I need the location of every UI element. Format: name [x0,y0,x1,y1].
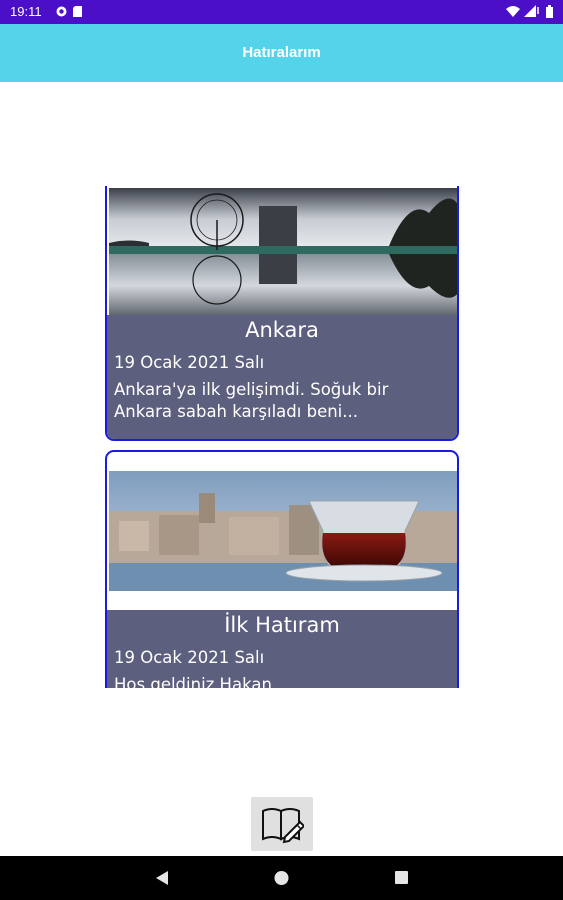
memory-title: İlk Hatıram [224,613,340,637]
memory-info: Ankara 19 Ocak 2021 Salı Ankara'ya ilk g… [107,315,457,439]
memory-date: 19 Ocak 2021 Salı [114,648,265,667]
wifi-icon [506,6,520,17]
memory-text: Hoş geldiniz Hakan [114,675,272,688]
sd-card-icon [73,6,82,17]
app-title: Hatıralarım [242,44,321,61]
recents-icon[interactable] [394,870,409,886]
status-time: 19:11 [10,4,42,19]
app-bar: Hatıralarım [0,24,563,82]
book-pencil-icon [262,808,304,844]
memory-text: Ankara'ya ilk gelişimdi. Soğuk bir Ankar… [114,380,389,421]
notification-app-icon [56,6,67,17]
memory-title: Ankara [245,318,319,342]
home-icon[interactable] [274,870,289,886]
memory-card[interactable]: İlk Hatıram 19 Ocak 2021 Salı Hoş geldin… [105,450,459,688]
status-bar: 19:11 [0,0,563,24]
add-memory-button[interactable] [251,797,313,851]
memory-list[interactable]: Ankara 19 Ocak 2021 Salı Ankara'ya ilk g… [104,186,460,688]
memory-photo [109,471,457,591]
memory-date: 19 Ocak 2021 Salı [114,353,265,372]
status-right-icons [506,5,553,18]
navigation-bar [0,856,563,900]
memory-info: İlk Hatıram 19 Ocak 2021 Salı Hoş geldin… [107,610,457,688]
battery-icon [546,5,553,18]
memory-photo [109,188,457,321]
back-icon[interactable] [155,870,169,886]
signal-icon [524,5,539,17]
memory-card[interactable]: Ankara 19 Ocak 2021 Salı Ankara'ya ilk g… [105,186,459,441]
